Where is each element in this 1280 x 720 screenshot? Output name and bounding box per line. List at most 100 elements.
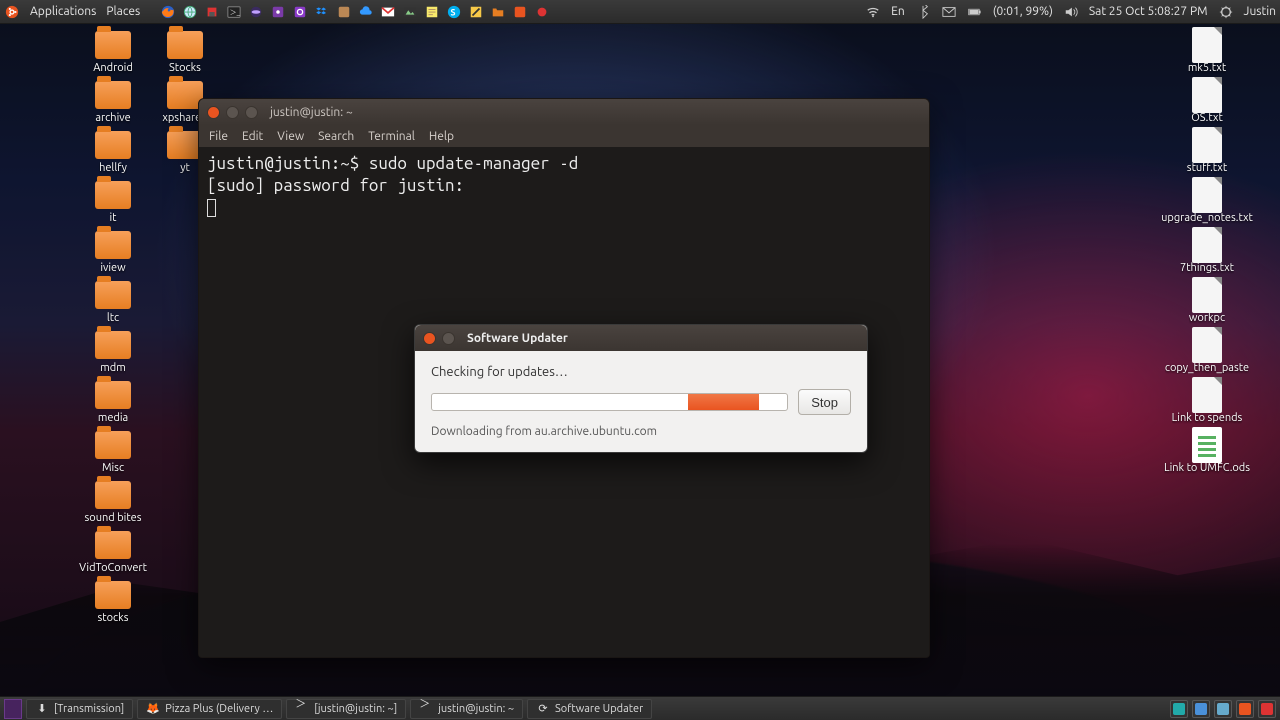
desktop-folder[interactable]: ltc <box>58 278 168 324</box>
eclipse-icon[interactable] <box>248 4 264 20</box>
desktop-icon-label: OS.txt <box>1191 112 1223 124</box>
task-icon: ⬇ <box>35 702 49 716</box>
skype-icon[interactable]: S <box>446 4 462 20</box>
yellow-app-icon[interactable] <box>468 4 484 20</box>
folder-icon <box>95 81 131 109</box>
transmission-icon[interactable] <box>204 4 220 20</box>
terminal-maximize-icon[interactable] <box>245 106 258 119</box>
desktop-file[interactable]: mk5.txt <box>1152 28 1262 74</box>
task-label: [Transmission] <box>54 703 124 715</box>
desktop-folder[interactable]: VidToConvert <box>58 528 168 574</box>
tray-app-icon-2[interactable] <box>1192 700 1210 718</box>
terminal-titlebar[interactable]: justin@justin: ~ <box>199 99 929 125</box>
desktop-file[interactable]: workpc <box>1152 278 1262 324</box>
terminal-menu-help[interactable]: Help <box>429 130 454 143</box>
folder-icon <box>95 231 131 259</box>
terminal-menu-file[interactable]: File <box>209 130 228 143</box>
desktop-icon-label: Stocks <box>169 62 201 74</box>
desktop-icon-label: Misc <box>102 462 124 474</box>
desktop-icon-label: hellfy <box>99 162 127 174</box>
places-menu[interactable]: Places <box>106 5 140 18</box>
desktop-file[interactable]: stuff.txt <box>1152 128 1262 174</box>
terminal-minimize-icon[interactable] <box>226 106 239 119</box>
terminal-close-icon[interactable] <box>207 106 220 119</box>
desktop-folder[interactable]: sound bites <box>58 478 168 524</box>
desktop-folder[interactable]: Misc <box>58 428 168 474</box>
blue-cloud-icon[interactable] <box>358 4 374 20</box>
text-file-icon <box>1192 227 1222 263</box>
updater-titlebar[interactable]: Software Updater <box>415 325 867 351</box>
updater-close-icon[interactable] <box>423 332 436 345</box>
picture-icon[interactable] <box>402 4 418 20</box>
desktop-file[interactable]: 7things.txt <box>1152 228 1262 274</box>
desktop-folder[interactable]: it <box>58 178 168 224</box>
wifi-icon[interactable] <box>865 4 881 20</box>
desktop-folder[interactable]: iview <box>58 228 168 274</box>
desktop-file[interactable]: copy_then_paste <box>1152 328 1262 374</box>
desktop-file[interactable]: Link to spends <box>1152 378 1262 424</box>
folder-tray-icon[interactable] <box>490 4 506 20</box>
tray-app-icon-3[interactable] <box>1214 700 1232 718</box>
bluetooth-icon[interactable] <box>915 4 931 20</box>
desktop-file[interactable]: OS.txt <box>1152 78 1262 124</box>
desktop-icon-label: sound bites <box>85 512 142 524</box>
text-file-icon <box>1192 327 1222 363</box>
desktop-icon-label: 7things.txt <box>1180 262 1234 274</box>
power-cog-icon[interactable] <box>1218 4 1234 20</box>
record-icon[interactable] <box>534 4 550 20</box>
tray-app-icon-4[interactable] <box>1236 700 1254 718</box>
user-menu[interactable]: Justin <box>1244 5 1276 18</box>
tray-app-icon-5[interactable] <box>1258 700 1276 718</box>
updater-minimize-icon[interactable] <box>442 332 455 345</box>
top-panel: Applications Places ＞_ S En <box>0 0 1280 24</box>
software-updater-dialog[interactable]: Software Updater Checking for updates… S… <box>414 324 868 453</box>
applications-menu[interactable]: Applications <box>30 5 96 18</box>
note-icon[interactable] <box>424 4 440 20</box>
terminal-menu-search[interactable]: Search <box>318 130 354 143</box>
desktop-icon-label: Link to spends <box>1172 412 1243 424</box>
taskbar-task[interactable]: ⟳ Software Updater <box>527 699 652 719</box>
desktop-icon-label: media <box>98 412 128 424</box>
taskbar-task[interactable]: ⬇ [Transmission] <box>26 699 133 719</box>
volume-icon[interactable] <box>1063 4 1079 20</box>
terminal-menu-terminal[interactable]: Terminal <box>368 130 415 143</box>
desktop-file[interactable]: Link to UMFC.ods <box>1152 428 1262 474</box>
firefox-icon[interactable] <box>160 4 176 20</box>
folder-icon <box>95 481 131 509</box>
updater-status-text: Downloading from au.archive.ubuntu.com <box>431 425 851 438</box>
ubuntu-logo-icon[interactable] <box>4 4 20 20</box>
desktop-folder[interactable]: Stocks <box>130 28 240 74</box>
taskbar-task[interactable]: ＞_ justin@justin: ~ <box>410 699 523 719</box>
desktop-folder[interactable]: mdm <box>58 328 168 374</box>
desktop-folder[interactable]: media <box>58 378 168 424</box>
top-tray-left-icons: ＞_ S <box>160 4 550 20</box>
dropbox-icon[interactable] <box>314 4 330 20</box>
terminal-tray-icon[interactable]: ＞_ <box>226 4 242 20</box>
clock[interactable]: Sat 25 Oct 5:08:27 PM <box>1089 5 1208 18</box>
language-indicator[interactable]: En <box>891 5 905 18</box>
desktop-icon-label: workpc <box>1189 312 1225 324</box>
globe-icon[interactable] <box>182 4 198 20</box>
terminal-menu-view[interactable]: View <box>277 130 304 143</box>
taskbar-task[interactable]: ＞_ [justin@justin: ~] <box>286 699 406 719</box>
mail-indicator-icon[interactable] <box>941 4 957 20</box>
gmail-icon[interactable] <box>380 4 396 20</box>
folder-icon <box>95 581 131 609</box>
updater-progress-bar <box>431 393 788 411</box>
purple-app-icon[interactable] <box>270 4 286 20</box>
orange-app-icon[interactable] <box>512 4 528 20</box>
text-file-icon <box>1192 277 1222 313</box>
tray-app-icon-1[interactable] <box>1170 700 1188 718</box>
task-label: justin@justin: ~ <box>438 703 514 715</box>
stop-button[interactable]: Stop <box>798 389 851 415</box>
gear-purple-icon[interactable] <box>292 4 308 20</box>
show-desktop-button[interactable] <box>4 699 22 719</box>
terminal-line-1: justin@justin:~$ sudo update-manager -d <box>207 154 578 173</box>
desktop-file[interactable]: upgrade_notes.txt <box>1152 178 1262 224</box>
terminal-menu-edit[interactable]: Edit <box>242 130 263 143</box>
taskbar-task[interactable]: 🦊 Pizza Plus (Delivery … <box>137 699 282 719</box>
generic-app-icon-1[interactable] <box>336 4 352 20</box>
bottom-panel: ⬇ [Transmission] 🦊 Pizza Plus (Delivery … <box>0 696 1280 720</box>
desktop-folder[interactable]: stocks <box>58 578 168 624</box>
battery-icon[interactable] <box>967 4 983 20</box>
